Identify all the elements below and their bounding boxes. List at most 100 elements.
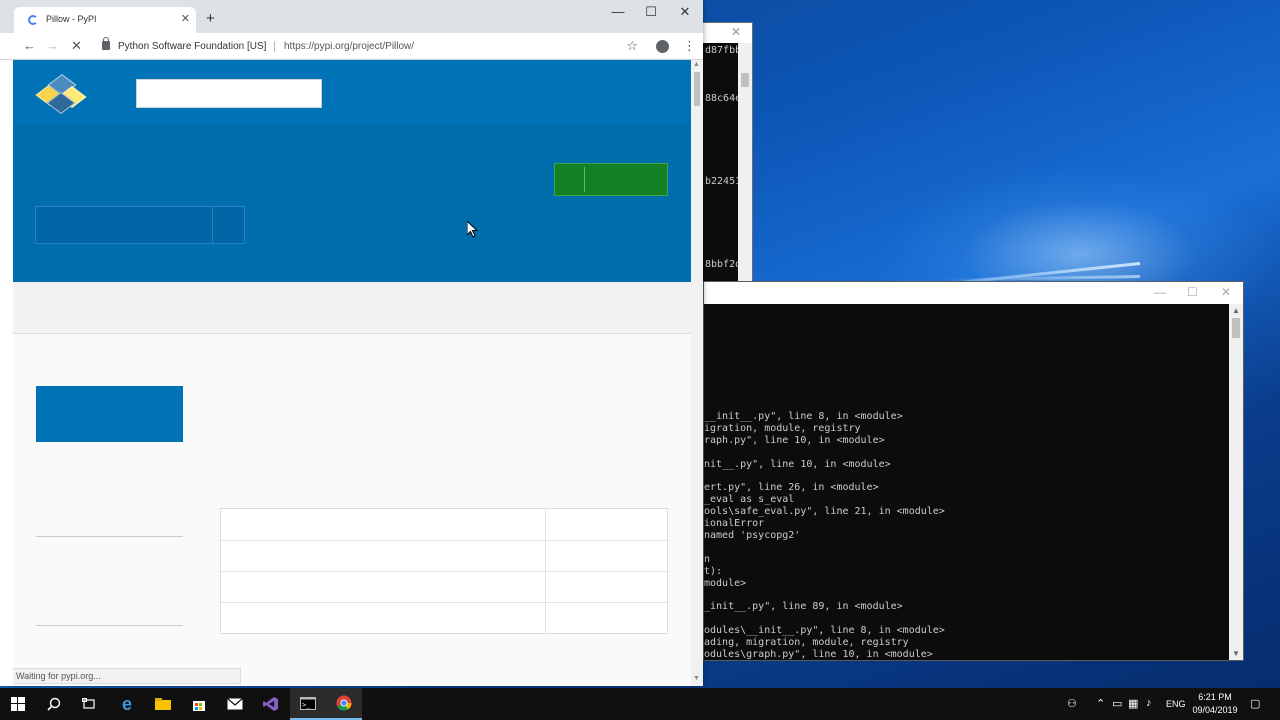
button-divider — [584, 167, 585, 192]
browser-toolbar: ← → ✕ Python Software Foundation [US] ht… — [0, 33, 703, 60]
scroll-down-icon[interactable]: ▼ — [1232, 649, 1240, 658]
terminal-line: nit__.py", line 10, in <module> — [704, 458, 891, 470]
pypi-logo[interactable] — [35, 70, 87, 116]
forward-arrow-icon[interactable]: → — [46, 38, 59, 53]
pip-install-command[interactable] — [35, 206, 245, 244]
system-clock[interactable]: 6:21 PM 09/04/2019 — [1190, 691, 1240, 717]
people-icon[interactable]: ⚇ — [1067, 697, 1077, 710]
bookmark-star-icon[interactable]: ☆ — [626, 38, 638, 54]
clock-date: 09/04/2019 — [1192, 705, 1238, 715]
lock-icon[interactable] — [102, 37, 110, 50]
terminal-line: ert.py", line 26, in <module> — [704, 482, 879, 494]
terminal-window[interactable]: — ☐ ✕ __init__.py", line 8, in <module> i… — [703, 281, 1244, 661]
menu-kebab-icon[interactable]: ⋮ — [683, 38, 696, 54]
scrollbar-thumb[interactable] — [1232, 318, 1240, 338]
table-row-divider — [221, 571, 667, 572]
browser-tab[interactable]: Pillow - PyPI ✕ — [14, 7, 196, 33]
site-identity[interactable]: Python Software Foundation [US] — [118, 41, 266, 52]
scrollbar-thumb[interactable] — [741, 73, 749, 87]
language-indicator[interactable]: ENG — [1166, 699, 1186, 709]
package-banner — [13, 124, 691, 282]
svg-text:>_: >_ — [302, 701, 311, 709]
status-bubble: Waiting for pypi.org... — [13, 668, 241, 684]
tab-strip[interactable]: Pillow - PyPI ✕ + — ☐ ✕ — [0, 0, 703, 33]
minimize-icon[interactable]: — — [603, 4, 633, 19]
taskbar: e >_ ⚇ ⌃ ▭ ▦ ♪ ENG 6:21 PM 09/04/2019 ▢ — [0, 688, 1280, 720]
close-icon[interactable]: ✕ — [670, 4, 700, 20]
store-icon[interactable] — [181, 688, 217, 720]
terminal-line: raph.py", line 10, in <module> — [704, 434, 885, 446]
terminal-line: __init__.py", line 8, in <module> — [704, 411, 903, 423]
scroll-up-icon[interactable]: ▲ — [1232, 306, 1240, 315]
main-content — [13, 334, 691, 686]
volume-icon[interactable]: ♪ — [1146, 697, 1152, 709]
mail-icon[interactable] — [217, 688, 253, 720]
url-text[interactable]: https://pypi.org/project/Pillow/ — [284, 41, 414, 52]
terminal-line: named 'psycopg2' — [704, 530, 801, 542]
network-icon[interactable]: ▦ — [1128, 697, 1138, 710]
terminal-line: 88c64e — [705, 93, 742, 104]
terminal-output: __init__.py", line 8, in <module> igratio… — [704, 316, 1229, 660]
scroll-up-icon[interactable]: ▲ — [693, 61, 700, 68]
terminal-scrollbar[interactable]: ▲ ▼ — [1229, 304, 1243, 660]
maximize-icon[interactable]: ☐ — [1187, 285, 1198, 299]
search-input[interactable] — [136, 79, 322, 108]
terminal-line: n — [704, 553, 711, 565]
file-explorer-icon[interactable] — [145, 688, 181, 720]
divider — [36, 536, 183, 537]
copy-icon[interactable] — [212, 207, 244, 243]
stop-loading-icon[interactable]: ✕ — [71, 38, 82, 54]
close-icon[interactable]: ✕ — [731, 25, 741, 39]
terminal-line: b22451 — [705, 176, 742, 187]
terminal-line: t): — [704, 565, 723, 577]
account-icon[interactable] — [656, 40, 669, 53]
terminal-line: igration, module, registry — [704, 423, 861, 435]
page-scrollbar[interactable]: ▲ ▼ — [691, 60, 703, 686]
task-view-icon[interactable] — [71, 688, 107, 720]
terminal-line: ionalError — [704, 518, 765, 530]
search-icon[interactable] — [36, 688, 72, 720]
terminal-line: module> — [704, 577, 747, 589]
table-column-divider — [545, 509, 546, 633]
command-prompt-icon[interactable]: >_ — [290, 688, 326, 720]
visual-studio-icon[interactable] — [253, 688, 289, 720]
chevron-up-icon[interactable]: ⌃ — [1096, 697, 1105, 710]
tab-close-icon[interactable]: ✕ — [181, 12, 190, 25]
back-arrow-icon[interactable]: ← — [23, 38, 36, 53]
scroll-down-icon[interactable]: ▼ — [693, 675, 700, 682]
address-separator — [274, 41, 275, 52]
site-header — [13, 60, 691, 124]
page-viewport[interactable]: Waiting for pypi.org... — [13, 60, 691, 686]
notifications-icon[interactable]: ▢ — [1250, 697, 1260, 710]
chrome-browser-icon[interactable] — [326, 688, 362, 720]
close-icon[interactable]: ✕ — [1221, 285, 1231, 299]
minimize-icon[interactable]: — — [1154, 285, 1166, 299]
latest-version-button[interactable] — [554, 163, 668, 196]
table-row-divider — [221, 540, 667, 541]
terminal-line: ools\safe_eval.py", line 21, in <module> — [704, 506, 945, 518]
battery-icon[interactable]: ▭ — [1112, 697, 1122, 710]
browser-window[interactable]: Pillow - PyPI ✕ + — ☐ ✕ ← → ✕ Python Sof… — [0, 0, 703, 686]
sidebar-block[interactable] — [36, 386, 183, 442]
edge-browser-icon[interactable]: e — [109, 688, 145, 720]
maximize-icon[interactable]: ☐ — [636, 4, 666, 20]
address-bar[interactable]: Python Software Foundation [US] https://… — [92, 35, 648, 58]
content-table — [220, 508, 668, 634]
terminal-line: ading, migration, module, registry — [704, 637, 909, 649]
divider — [36, 625, 183, 626]
scrollbar-thumb[interactable] — [694, 72, 700, 106]
clock-time: 6:21 PM — [1198, 692, 1232, 702]
new-tab-button[interactable]: + — [206, 10, 215, 27]
windows-start-icon[interactable] — [0, 688, 36, 720]
terminal-line: _eval as s_eval — [704, 494, 795, 506]
